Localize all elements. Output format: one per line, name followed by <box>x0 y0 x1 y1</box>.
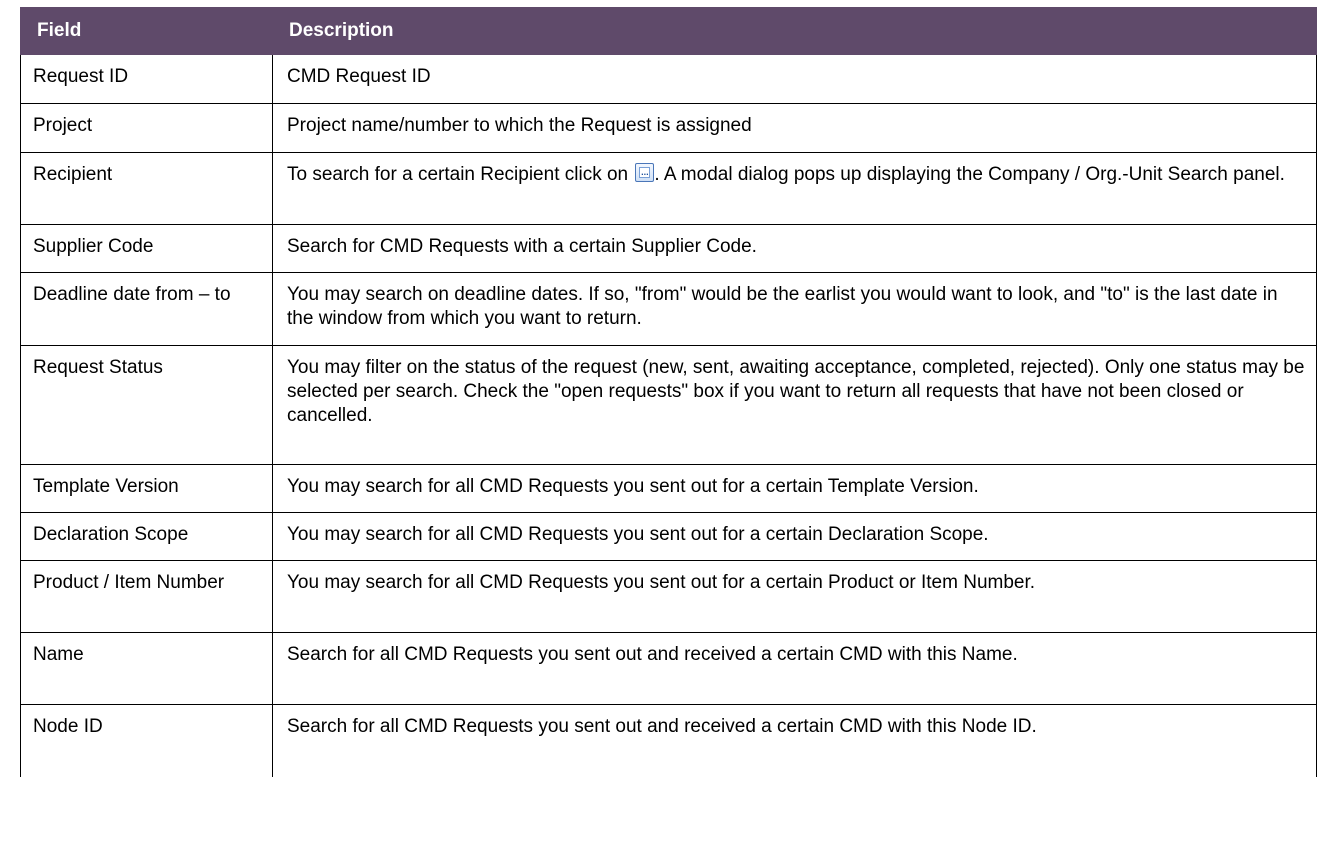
field-cell: Deadline date from – to <box>20 272 273 346</box>
field-cell: Recipient <box>20 152 273 225</box>
field-description-table: Field Description Request ID CMD Request… <box>20 7 1317 777</box>
field-cell: Node ID <box>20 704 273 777</box>
description-text: . A modal dialog pops up displaying the … <box>654 164 1285 185</box>
table-row: Template Version You may search for all … <box>20 464 1317 513</box>
ellipsis-button-icon: ... <box>635 163 655 182</box>
table-row: Product / Item Number You may search for… <box>20 560 1317 633</box>
table-row: Declaration Scope You may search for all… <box>20 512 1317 561</box>
field-cell: Project <box>20 103 273 153</box>
description-cell: Search for all CMD Requests you sent out… <box>272 704 1317 777</box>
table-row: Supplier Code Search for CMD Requests wi… <box>20 224 1317 273</box>
description-text: To search for a certain Recipient click … <box>287 164 629 185</box>
field-cell: Request ID <box>20 54 273 104</box>
table-row: Node ID Search for all CMD Requests you … <box>20 704 1317 777</box>
field-cell: Request Status <box>20 345 273 465</box>
table-row: Deadline date from – to You may search o… <box>20 272 1317 346</box>
description-cell: To search for a certain Recipient click … <box>272 152 1317 225</box>
description-cell: CMD Request ID <box>272 54 1317 104</box>
field-cell: Supplier Code <box>20 224 273 273</box>
description-cell: You may search for all CMD Requests you … <box>272 560 1317 633</box>
field-column-header: Field <box>20 7 273 55</box>
description-cell: You may search for all CMD Requests you … <box>272 464 1317 513</box>
field-cell: Template Version <box>20 464 273 513</box>
description-cell: Search for CMD Requests with a certain S… <box>272 224 1317 273</box>
description-column-header: Description <box>272 7 1317 55</box>
table-header-row: Field Description <box>20 7 1317 55</box>
table-row: Request ID CMD Request ID <box>20 54 1317 104</box>
description-cell: Project name/number to which the Request… <box>272 103 1317 153</box>
field-cell: Product / Item Number <box>20 560 273 633</box>
description-cell: Search for all CMD Requests you sent out… <box>272 632 1317 705</box>
field-cell: Declaration Scope <box>20 512 273 561</box>
table-row: Request Status You may filter on the sta… <box>20 345 1317 465</box>
table-row: Name Search for all CMD Requests you sen… <box>20 632 1317 705</box>
table-row: Project Project name/number to which the… <box>20 103 1317 153</box>
table-row: Recipient To search for a certain Recipi… <box>20 152 1317 225</box>
description-cell: You may search on deadline dates. If so,… <box>272 272 1317 346</box>
description-cell: You may search for all CMD Requests you … <box>272 512 1317 561</box>
description-cell: You may filter on the status of the requ… <box>272 345 1317 465</box>
field-cell: Name <box>20 632 273 705</box>
